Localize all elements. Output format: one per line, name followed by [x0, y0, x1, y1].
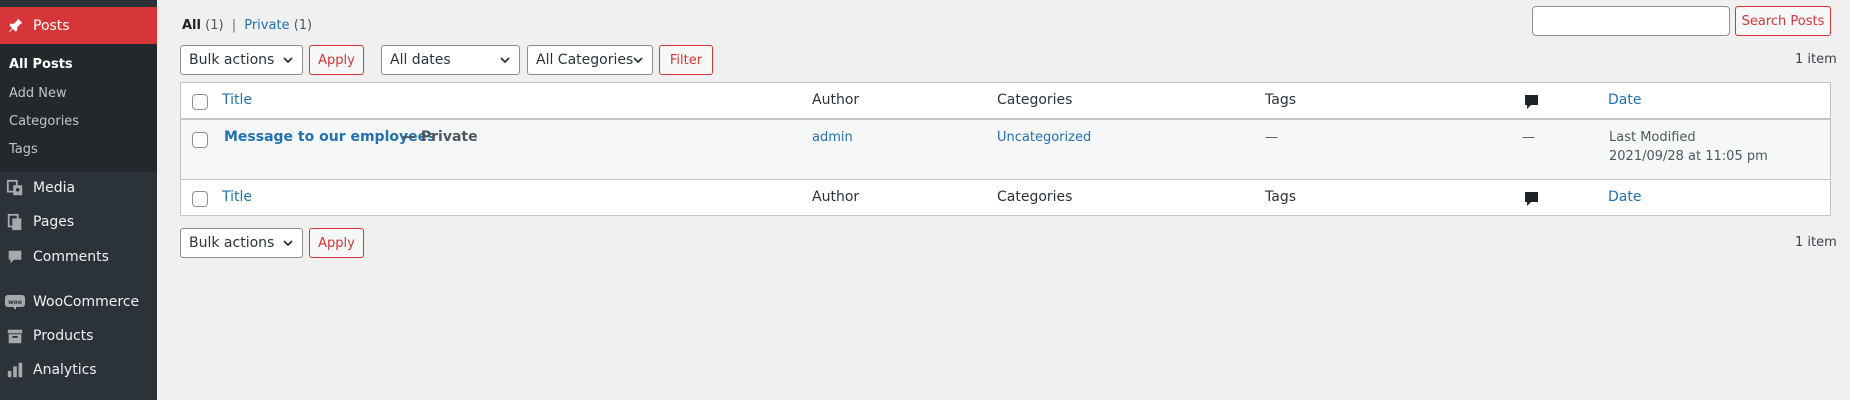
- view-all-link[interactable]: All: [182, 18, 201, 33]
- submenu-categories[interactable]: Categories: [9, 114, 79, 129]
- sidebar-item-media[interactable]: Media: [0, 172, 157, 204]
- table-row: Message to our employees — Private admin…: [180, 119, 1831, 179]
- admin-sidebar: Posts All Posts Add New Categories Tags …: [0, 0, 157, 400]
- select-value: Bulk actions: [189, 52, 275, 68]
- select-value: Bulk actions: [189, 235, 275, 251]
- pages-icon: [5, 212, 25, 232]
- sidebar-item-label: Analytics: [33, 362, 97, 378]
- column-tags: Tags: [1265, 92, 1296, 108]
- archive-box-icon: [5, 326, 25, 346]
- sidebar-item-comments[interactable]: Comments: [0, 241, 157, 273]
- sidebar-item-label: Posts: [33, 17, 70, 34]
- column-title-sort[interactable]: Title: [222, 92, 252, 108]
- views-separator: |: [231, 18, 237, 33]
- post-date-value: 2021/09/28 at 11:05 pm: [1609, 149, 1768, 164]
- sidebar-item-pages[interactable]: Pages: [0, 206, 157, 238]
- post-comments: —: [1522, 130, 1535, 145]
- select-all-checkbox-footer[interactable]: [192, 191, 208, 207]
- media-icon: [5, 178, 25, 198]
- table-header: Title Author Categories Tags Date: [180, 82, 1831, 119]
- comment-icon: [5, 247, 25, 267]
- search-posts-button[interactable]: Search Posts: [1735, 6, 1831, 36]
- sidebar-item-posts[interactable]: Posts: [0, 7, 157, 44]
- post-state: — Private: [402, 129, 478, 145]
- submenu-tags[interactable]: Tags: [9, 142, 38, 157]
- select-all-checkbox[interactable]: [192, 94, 208, 110]
- post-status-views: All (1) | Private (1): [182, 18, 312, 33]
- chevron-down-icon: [282, 237, 294, 253]
- column-date-sort-footer[interactable]: Date: [1608, 189, 1641, 205]
- category-filter-select[interactable]: All Categories: [527, 45, 653, 75]
- date-filter-select[interactable]: All dates: [381, 45, 520, 75]
- column-title-sort-footer[interactable]: Title: [222, 189, 252, 205]
- svg-text:woo: woo: [8, 299, 22, 306]
- post-tags: —: [1265, 130, 1278, 145]
- column-categories: Categories: [997, 92, 1073, 108]
- bulk-actions-select-bottom[interactable]: Bulk actions: [180, 228, 303, 258]
- sidebar-item-label: Pages: [33, 214, 75, 230]
- sidebar-item-analytics[interactable]: Analytics: [0, 354, 157, 386]
- post-author-link[interactable]: admin: [812, 130, 853, 145]
- sidebar-item-label: Media: [33, 180, 76, 196]
- items-count-bottom: 1 item: [1795, 235, 1837, 250]
- post-category-link[interactable]: Uncategorized: [997, 130, 1091, 145]
- submenu-all-posts[interactable]: All Posts: [9, 57, 73, 72]
- submenu-add-new[interactable]: Add New: [9, 86, 67, 101]
- apply-button-bottom[interactable]: Apply: [309, 228, 364, 258]
- pushpin-icon: [7, 17, 24, 34]
- sidebar-item-label: Products: [33, 328, 94, 344]
- column-author: Author: [812, 92, 860, 108]
- table-footer: Title Author Categories Tags Date: [180, 179, 1831, 216]
- column-tags-footer: Tags: [1265, 189, 1296, 205]
- select-value: All Categories: [536, 52, 634, 68]
- column-date-sort[interactable]: Date: [1608, 92, 1641, 108]
- search-input[interactable]: [1532, 6, 1730, 36]
- view-all-count: (1): [205, 18, 224, 33]
- chevron-down-icon: [632, 54, 644, 70]
- bar-chart-icon: [5, 360, 25, 380]
- bulk-actions-select-top[interactable]: Bulk actions: [180, 45, 303, 75]
- view-private-count: (1): [293, 18, 313, 33]
- sidebar-item-label: Comments: [33, 249, 109, 265]
- items-count-top: 1 item: [1795, 52, 1837, 67]
- sidebar-item-woocommerce[interactable]: woo WooCommerce: [0, 286, 157, 318]
- filter-button[interactable]: Filter: [659, 45, 713, 75]
- posts-submenu: All Posts Add New Categories Tags: [0, 44, 157, 172]
- row-checkbox[interactable]: [192, 132, 208, 148]
- column-author-footer: Author: [812, 189, 860, 205]
- chevron-down-icon: [282, 54, 294, 70]
- post-date-status: Last Modified: [1609, 130, 1696, 145]
- comment-bubble-icon[interactable]: [1524, 191, 1539, 211]
- column-categories-footer: Categories: [997, 189, 1073, 205]
- sidebar-item-products[interactable]: Products: [0, 320, 157, 352]
- select-value: All dates: [390, 52, 451, 68]
- apply-button-top[interactable]: Apply: [309, 45, 364, 75]
- sidebar-item-label: WooCommerce: [33, 294, 140, 310]
- comment-bubble-icon[interactable]: [1524, 94, 1539, 114]
- chevron-down-icon: [499, 54, 511, 70]
- woocommerce-icon: woo: [5, 292, 25, 312]
- view-private-link[interactable]: Private: [244, 18, 289, 33]
